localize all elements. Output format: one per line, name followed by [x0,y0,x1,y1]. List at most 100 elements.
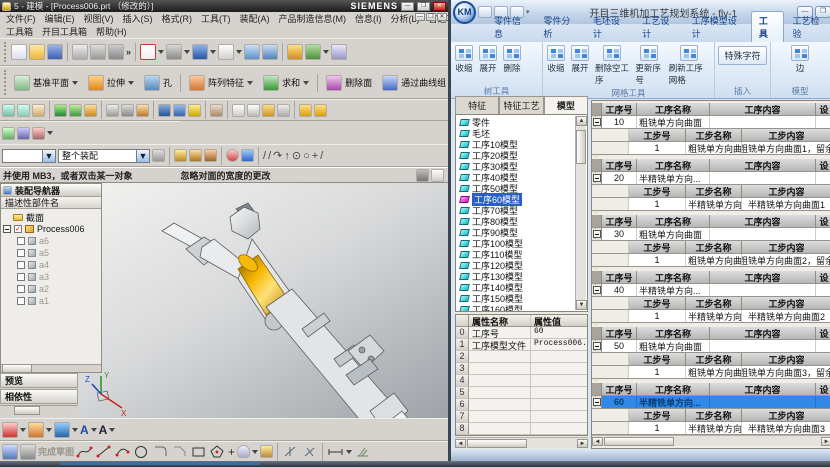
tab-feature-process[interactable]: 特征工艺 [499,96,543,114]
menu-help[interactable]: 帮助(H) [92,25,131,38]
scroll-down-icon[interactable]: ▼ [576,300,587,310]
orient-view-icon[interactable] [244,44,260,60]
offset-region-icon[interactable] [28,422,44,438]
km-table-icon[interactable] [17,127,30,140]
gears-icon[interactable] [277,104,290,117]
delete-face-button[interactable]: 删除面 [322,73,376,93]
checkbox-icon[interactable] [17,273,25,281]
tab-model[interactable]: 模型 [544,96,588,114]
point-icon[interactable]: + [228,445,235,459]
collapse-op-icon[interactable] [593,118,601,126]
snap-center-icon[interactable]: ⊙ [292,149,301,162]
role-icon[interactable] [287,44,303,60]
op-row-selected[interactable]: 60半精铣单方向... [592,396,830,409]
copy-body-icon[interactable] [299,104,312,117]
menu-km-toolbox[interactable]: 开目工具箱 [38,25,91,38]
polygon-icon[interactable] [209,444,226,459]
graphics-viewport[interactable] [78,183,448,418]
menu-insert[interactable]: 插入(S) [119,12,157,25]
checkbox-icon[interactable] [17,249,25,257]
step-row[interactable]: 1粗铣单方向曲面粗铣单方向曲面3，留余 [592,366,830,379]
cylinder-icon[interactable] [158,104,171,117]
op-row[interactable]: 50粗铣单方向曲面 [592,340,830,353]
tab-features[interactable]: 特征 [455,96,499,114]
nav-row-a4[interactable]: a4 [3,259,101,271]
tab-part-analysis[interactable]: 零件分析 [536,12,583,42]
step-row[interactable]: 1粗铣单方向曲面粗铣单方向曲面2，留余 [592,254,830,267]
text-tool-icon[interactable]: A [80,423,89,437]
special-char-button[interactable]: 特殊字符 [718,46,766,65]
grid-collapse-button[interactable]: 收缩 [545,44,567,75]
snap-point-toggle-icon[interactable] [174,149,187,162]
sketch-task-icon[interactable] [2,444,18,460]
scroll-up-icon[interactable]: ▲ [576,116,587,126]
doc-restore-button[interactable]: ❐ [426,13,436,21]
offset-curve-icon[interactable] [237,445,250,458]
checkbox-icon[interactable] [17,261,25,269]
paste-icon[interactable] [108,44,124,60]
checkbox-checked-icon[interactable]: ✓ [14,225,22,233]
extrude-button[interactable]: 拉伸 [84,73,138,93]
snap-line-icon[interactable]: / [263,150,266,162]
toolbar-grip[interactable] [4,70,6,95]
clip-section-icon[interactable] [166,44,182,60]
sketch-icon[interactable] [2,104,15,117]
line-icon[interactable] [95,444,112,459]
grid-expand-button[interactable]: 展开 [569,44,591,75]
finish-flag-icon[interactable] [20,444,36,460]
checkbox-icon[interactable] [17,237,25,245]
nav-row-section[interactable]: 截面 [3,211,101,223]
brush-icon[interactable] [210,104,223,117]
menu-toolbox[interactable]: 工具箱 [2,25,37,38]
collapse-op-icon[interactable] [593,286,601,294]
km-axes-icon[interactable] [32,127,45,140]
menu-information[interactable]: 信息(I) [351,12,386,25]
prop-row[interactable]: 0工序号60 [456,327,587,339]
menu-edit[interactable]: 编辑(E) [41,12,79,25]
pattern-curve-icon[interactable] [260,445,273,458]
fit-view-icon[interactable] [431,169,444,182]
wave-link-icon[interactable] [84,104,97,117]
prop-row[interactable]: 4 [456,375,587,387]
check-mate-icon[interactable] [54,104,67,117]
step-row[interactable]: 1半精铣单方向...半精铣单方向曲面2 [592,310,830,323]
refresh-op-grid-button[interactable]: 刷新工序网格 [667,44,712,87]
datum-csys-icon[interactable] [17,104,30,117]
visualization-icon[interactable] [305,44,321,60]
prop-row[interactable]: 5 [456,387,587,399]
nav-row-assembly[interactable]: ✓ Process006 [3,223,101,235]
op-row[interactable]: 10粗铣单方向曲面 [592,116,830,129]
update-numbers-button[interactable]: 更新序号 [633,44,664,87]
triangle-mesh-icon[interactable] [232,104,245,117]
prop-row[interactable]: 1工序模型文件Process006.p [456,339,587,351]
overflow-icon[interactable]: » [126,47,131,57]
orient-view-2-icon[interactable] [262,44,278,60]
move-face-icon[interactable] [2,422,18,438]
collapse-op-icon[interactable] [593,230,601,238]
snap-slash-icon[interactable]: / [320,150,323,162]
grid-hscrollbar[interactable]: ◄ ► [592,435,830,446]
fillet-icon[interactable] [152,444,169,459]
snap-mid-icon[interactable] [204,149,217,162]
tab-process-design[interactable]: 工艺设计 [635,12,682,42]
type-filter-combo[interactable]: ▼ [2,149,56,163]
tree-delete-button[interactable]: 删除 [501,44,523,75]
tab-blank-design[interactable]: 毛坯设计 [586,12,633,42]
menu-pmi[interactable]: 产品制造信息(M) [275,12,351,25]
prop-row[interactable]: 7 [456,411,587,423]
chamfer-icon[interactable] [171,444,188,459]
menu-file[interactable]: 文件(F) [2,12,40,25]
constraint-icon[interactable] [354,444,371,459]
tree-vscrollbar[interactable]: ▲ ▼ [575,116,586,310]
circle-icon[interactable] [133,444,150,459]
quick-extend-icon[interactable] [301,444,318,459]
arc-icon[interactable] [114,444,131,459]
finish-sketch-button[interactable]: 完成草图 [38,445,74,458]
tab-process-check[interactable]: 工艺检验 [786,12,830,42]
checkbox-icon[interactable] [17,297,25,305]
panel-hscrollbar[interactable] [0,405,78,414]
snap-face-icon[interactable] [241,149,254,162]
snap-circle-icon[interactable] [226,149,239,162]
scroll-left-icon[interactable]: ◄ [592,437,603,446]
doc-close-button[interactable]: ✕ [437,13,447,21]
